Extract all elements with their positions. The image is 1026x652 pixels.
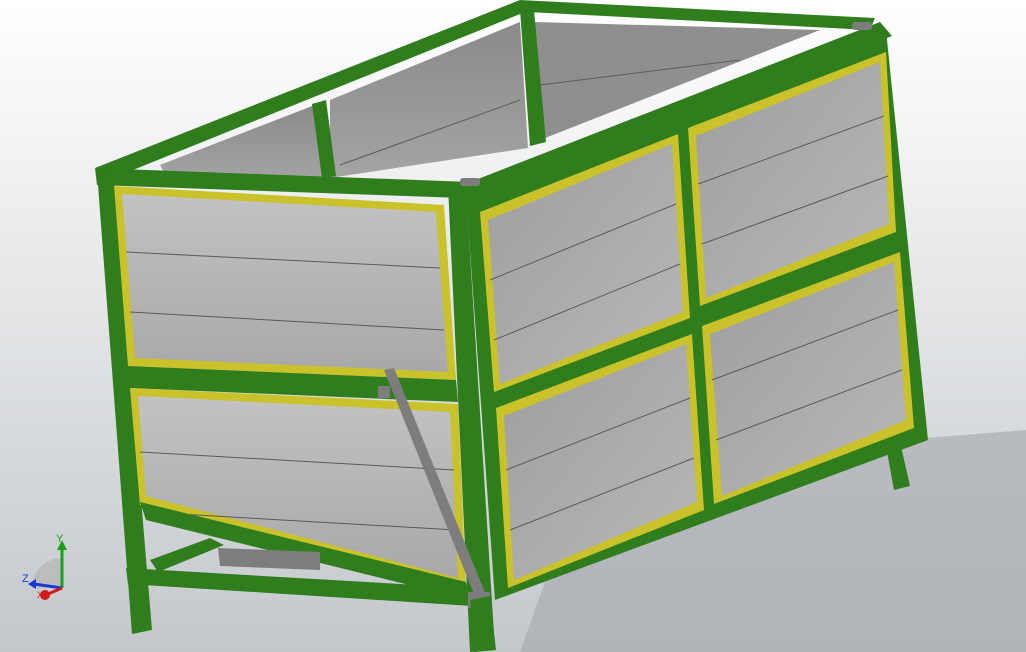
- hinge-pin-top-front: [460, 178, 480, 186]
- strut-bracket-top: [378, 386, 390, 398]
- graphics-viewport[interactable]: Y Z X: [0, 0, 1026, 652]
- left-upper-panel: [122, 194, 448, 372]
- hinge-pin-top-right: [852, 22, 872, 30]
- x-axis-knob: [40, 590, 50, 600]
- model-canvas[interactable]: [0, 0, 1026, 652]
